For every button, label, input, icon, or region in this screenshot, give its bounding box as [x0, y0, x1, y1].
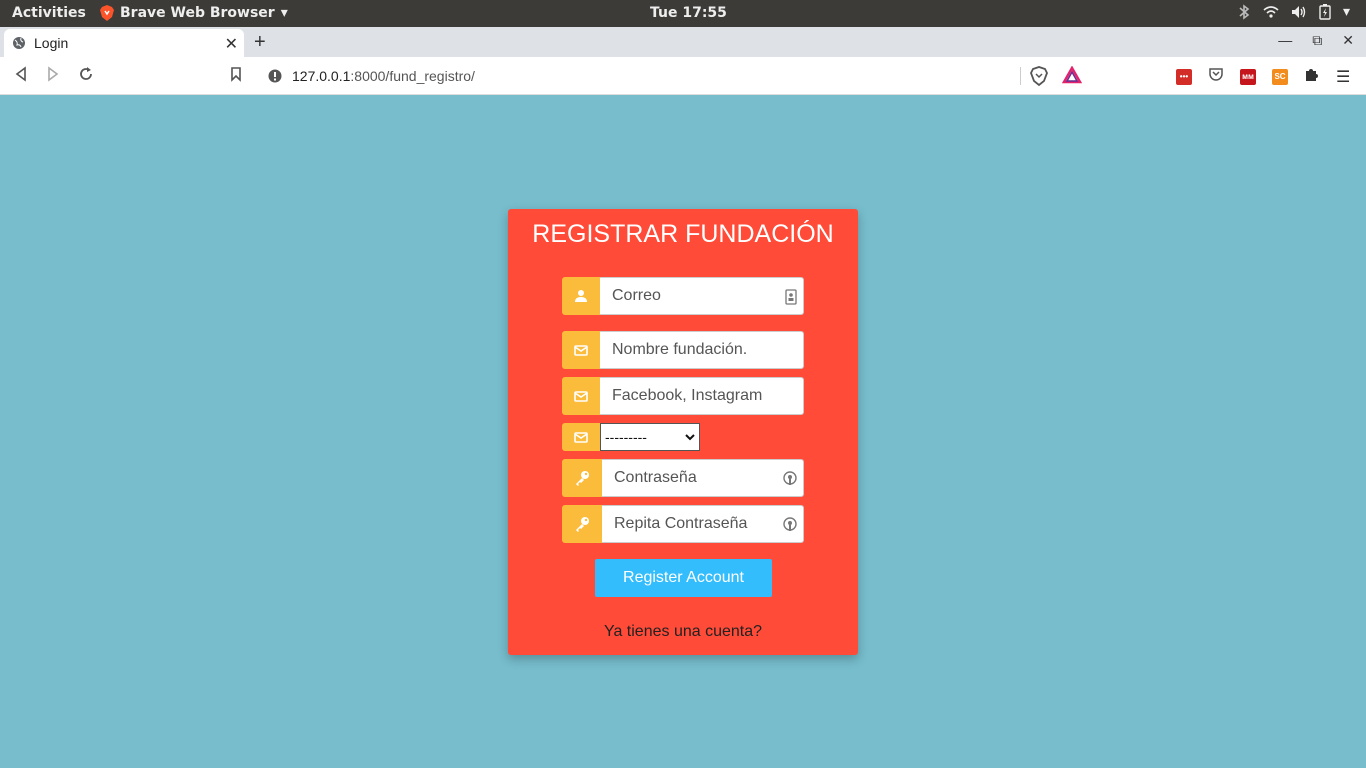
- repeat-password-placeholder: Repita Contraseña: [614, 515, 748, 532]
- volume-icon: [1291, 6, 1306, 18]
- mendeley-icon[interactable]: ᴍᴍ: [1240, 68, 1256, 85]
- close-tab-icon[interactable]: ✕: [225, 34, 238, 54]
- info-icon[interactable]: [268, 69, 282, 83]
- minimize-icon[interactable]: —: [1278, 32, 1292, 49]
- key-icon: [562, 459, 602, 497]
- window-controls: — ⧉ ✕: [1278, 32, 1354, 49]
- wifi-icon: [1263, 6, 1279, 18]
- new-tab-button[interactable]: +: [254, 31, 266, 54]
- contact-card-icon[interactable]: [785, 289, 797, 305]
- category-select-row: ---------: [562, 423, 804, 451]
- sc-icon[interactable]: SC: [1272, 68, 1288, 85]
- tab-title: Login: [34, 35, 69, 51]
- brave-logo-icon: [100, 5, 114, 21]
- close-window-icon[interactable]: ✕: [1342, 32, 1354, 49]
- social-field[interactable]: Facebook, Instagram: [562, 377, 804, 415]
- email-placeholder: Correo: [612, 287, 661, 304]
- brave-rewards-icon[interactable]: [1062, 66, 1082, 84]
- repeat-password-input[interactable]: Repita Contraseña: [602, 505, 804, 543]
- foundation-name-field[interactable]: Nombre fundación.: [562, 331, 804, 369]
- foundation-name-placeholder: Nombre fundación.: [612, 341, 748, 358]
- user-icon: [562, 277, 600, 315]
- brave-shield-icon[interactable]: [1030, 66, 1048, 86]
- repeat-password-field[interactable]: Repita Contraseña: [562, 505, 804, 543]
- activities-button[interactable]: Activities: [12, 5, 86, 21]
- restore-icon[interactable]: ⧉: [1312, 32, 1322, 49]
- browser-toolbar: 127.0.0.1:8000/fund_registro/ ••• ᴍᴍ SC …: [0, 57, 1366, 95]
- key-icon: [562, 505, 602, 543]
- forward-icon[interactable]: [46, 66, 60, 87]
- url-path: :8000/fund_registro/: [350, 67, 475, 84]
- password-manager-icon[interactable]: [783, 471, 797, 487]
- category-select[interactable]: ---------: [600, 423, 700, 451]
- password-placeholder: Contraseña: [614, 469, 697, 486]
- chevron-down-icon: ▾: [1342, 4, 1350, 20]
- register-account-button[interactable]: Register Account: [595, 559, 772, 597]
- menu-icon[interactable]: ☰: [1336, 67, 1350, 87]
- envelope-icon: [562, 331, 600, 369]
- reload-icon[interactable]: [78, 66, 94, 87]
- envelope-icon: [562, 423, 600, 451]
- battery-icon: [1319, 4, 1331, 20]
- chevron-down-icon: ▾: [280, 5, 288, 21]
- social-input[interactable]: Facebook, Instagram: [600, 377, 804, 415]
- address-bar[interactable]: 127.0.0.1:8000/fund_registro/: [258, 62, 1090, 89]
- url-host: 127.0.0.1: [292, 67, 351, 84]
- envelope-icon: [562, 377, 600, 415]
- email-field[interactable]: Correo: [562, 277, 804, 315]
- login-link[interactable]: Ya tienes una cuenta?: [508, 623, 858, 641]
- system-top-bar: Activities Brave Web Browser ▾ Tue 17:55…: [0, 0, 1366, 27]
- clock[interactable]: Tue 17:55: [650, 5, 727, 21]
- tab-login[interactable]: Login ✕: [4, 29, 244, 57]
- tab-strip: Login ✕ + — ⧉ ✕: [0, 27, 1366, 57]
- foundation-name-input[interactable]: Nombre fundación.: [600, 331, 804, 369]
- chevron-down-icon: [685, 434, 695, 441]
- password-field[interactable]: Contraseña: [562, 459, 804, 497]
- system-tray[interactable]: ▾: [1237, 4, 1350, 20]
- puzzle-icon[interactable]: [1304, 66, 1320, 87]
- extensions-area: ••• ᴍᴍ SC ☰: [1176, 66, 1350, 87]
- email-input[interactable]: Correo: [600, 277, 804, 315]
- select-value: ---------: [605, 429, 647, 445]
- lastpass-icon[interactable]: •••: [1176, 68, 1192, 85]
- register-card: REGISTRAR FUNDACIÓN Correo Nombre fundac…: [508, 209, 858, 655]
- back-icon[interactable]: [14, 66, 28, 87]
- app-menu[interactable]: Brave Web Browser ▾: [100, 5, 288, 21]
- password-manager-icon[interactable]: [783, 517, 797, 533]
- password-input[interactable]: Contraseña: [602, 459, 804, 497]
- bluetooth-icon: [1239, 4, 1250, 20]
- bookmark-icon[interactable]: [229, 66, 243, 87]
- globe-icon: [13, 37, 25, 49]
- divider: [1020, 67, 1021, 85]
- app-name: Brave Web Browser: [120, 5, 275, 21]
- pocket-icon[interactable]: [1208, 66, 1224, 87]
- social-placeholder: Facebook, Instagram: [612, 387, 763, 404]
- form-title: REGISTRAR FUNDACIÓN: [532, 220, 834, 248]
